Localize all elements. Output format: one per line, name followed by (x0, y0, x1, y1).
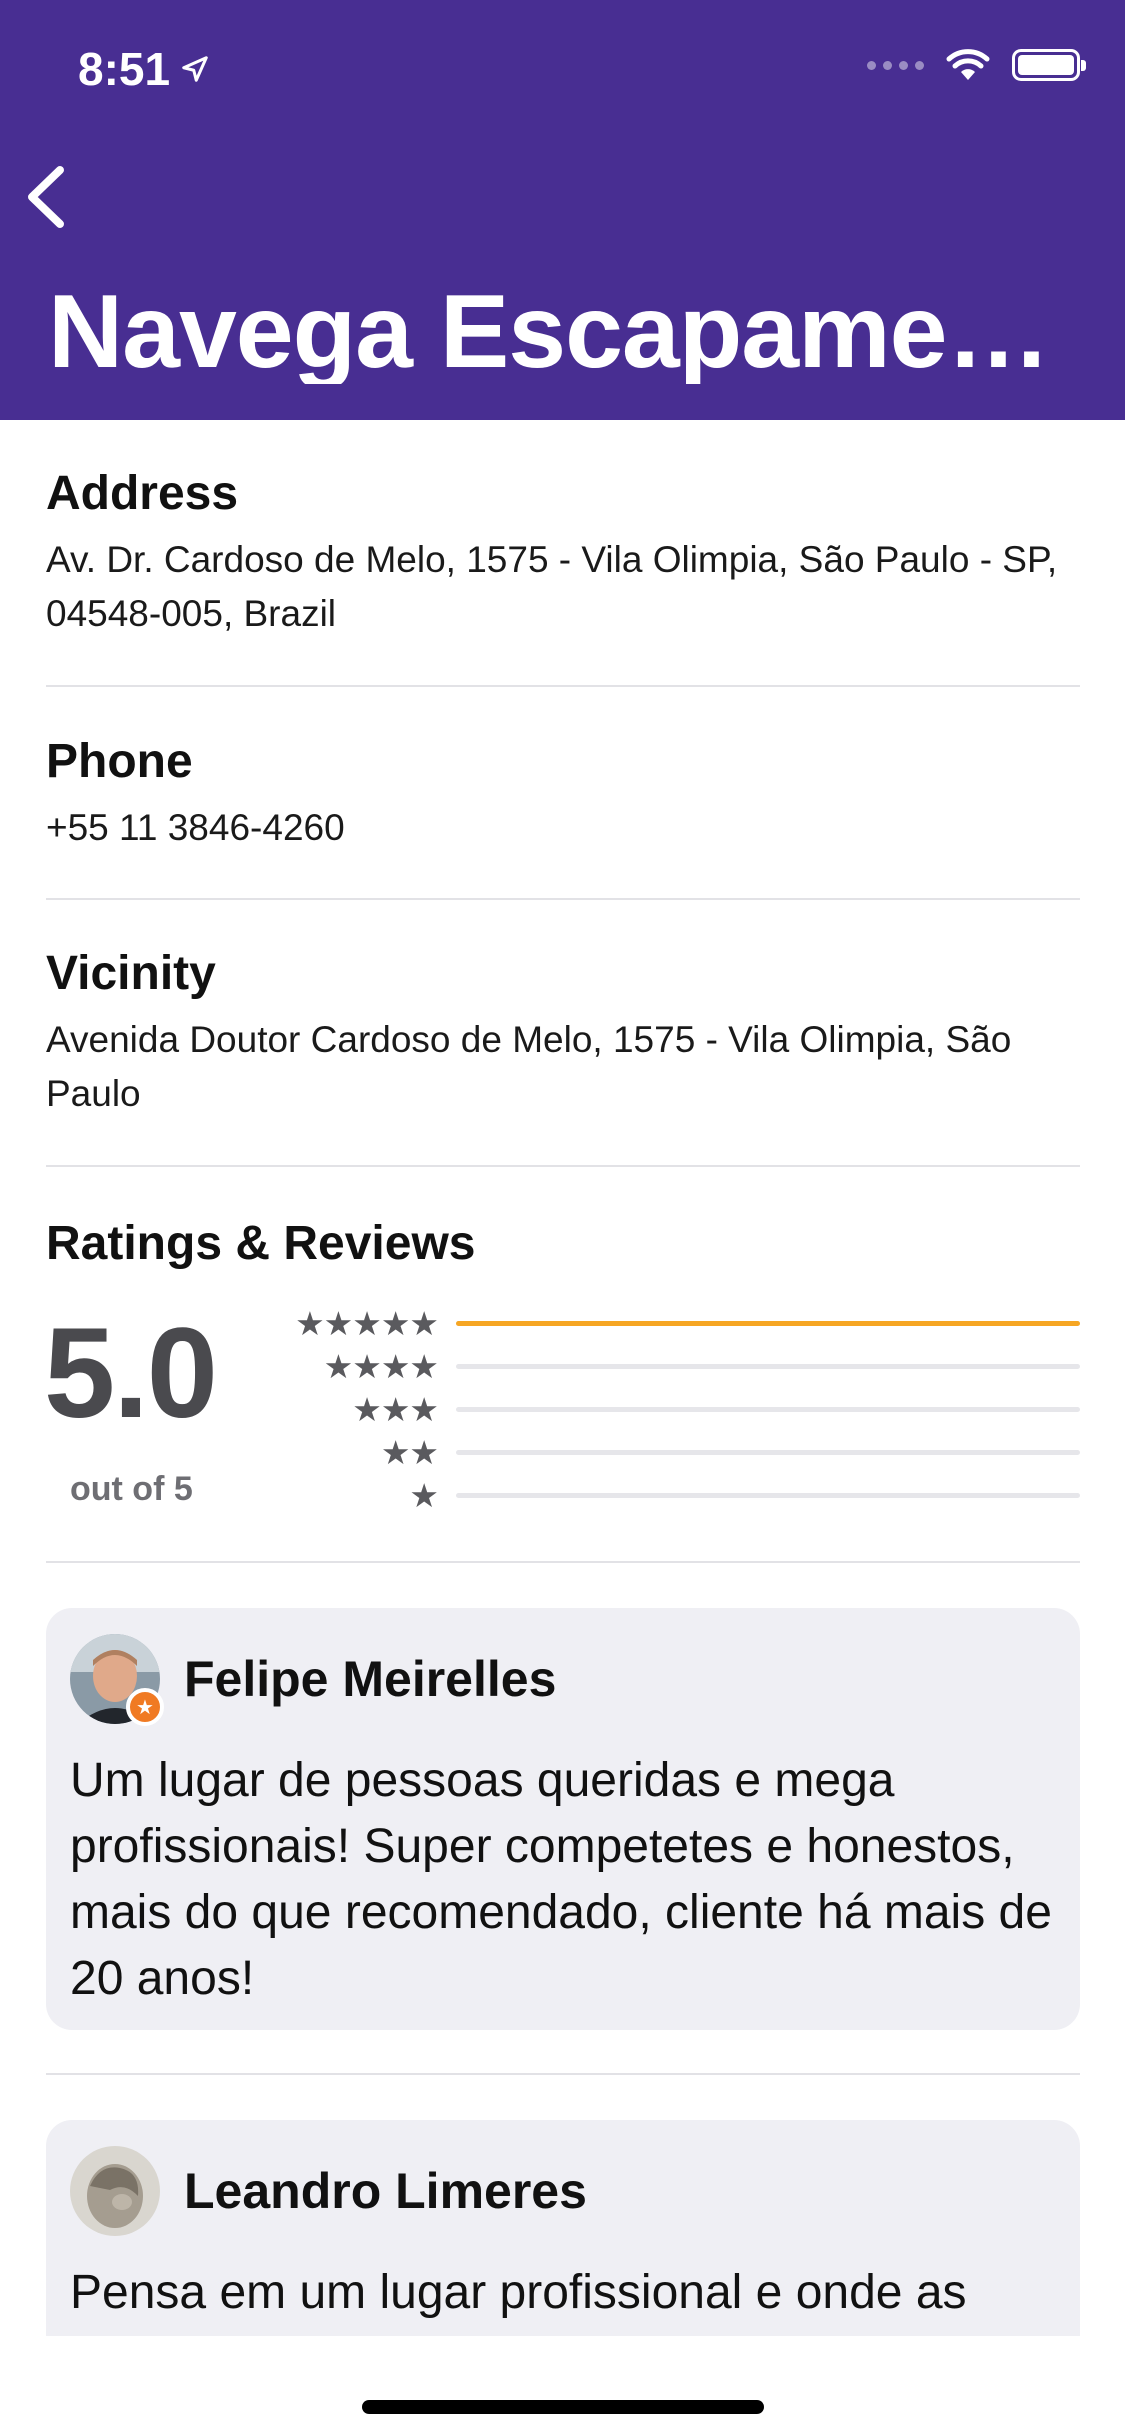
rating-bar (456, 1363, 1080, 1369)
three-stars-icon: ★★★ (352, 1390, 439, 1428)
rating-row-1: ★ (270, 1476, 1080, 1514)
rating-bar (456, 1406, 1080, 1412)
reviewer-name: Felipe Meirelles (184, 1651, 557, 1707)
review-text: Pensa em um lugar profissional e onde as (70, 2266, 967, 2319)
rating-bar (456, 1320, 1080, 1326)
cellular-signal-icon (867, 60, 924, 70)
page-title: Navega Escapamen... (48, 280, 1088, 384)
vicinity-label: Vicinity (46, 947, 216, 1000)
two-stars-icon: ★★ (380, 1433, 439, 1471)
address-section: Address Av. Dr. Cardoso de Melo, 1575 - … (46, 466, 1080, 641)
four-stars-icon: ★★★★ (323, 1347, 439, 1385)
rating-row-5: ★★★★★ (270, 1304, 1080, 1342)
status-indicators (867, 48, 1086, 82)
ratings-label: Ratings & Reviews (46, 1217, 476, 1270)
divider (46, 1561, 1080, 1563)
rating-bar (456, 1492, 1080, 1498)
star-badge-icon: ★ (126, 1688, 164, 1726)
address-label: Address (46, 467, 239, 520)
phone-value[interactable]: +55 11 3846-4260 (46, 801, 1080, 855)
reviewer-name: Leandro Limeres (184, 2163, 587, 2219)
battery-icon (1012, 49, 1086, 81)
review-card: Leandro Limeres Pensa em um lugar profis… (46, 2120, 1080, 2336)
phone-label: Phone (46, 735, 193, 788)
vicinity-value: Avenida Doutor Cardoso de Melo, 1575 - V… (46, 1019, 1012, 1114)
divider (46, 2073, 1080, 2075)
ratings-section: Ratings & Reviews (46, 1216, 1080, 1271)
address-value: Av. Dr. Cardoso de Melo, 1575 - Vila Oli… (46, 539, 1058, 634)
rating-row-2: ★★ (270, 1433, 1080, 1471)
status-time: 8:51 (78, 42, 210, 96)
home-indicator[interactable] (362, 2400, 764, 2414)
divider (46, 898, 1080, 900)
rating-bar (456, 1449, 1080, 1455)
five-stars-icon: ★★★★★ (295, 1304, 439, 1342)
status-time-text: 8:51 (78, 43, 171, 95)
rating-row-4: ★★★★ (270, 1347, 1080, 1385)
review-text: Um lugar de pessoas queridas e mega prof… (70, 1754, 1052, 2005)
divider (46, 685, 1080, 687)
review-card: ★ Felipe Meirelles Um lugar de pessoas q… (46, 1608, 1080, 2030)
phone-section[interactable]: Phone +55 11 3846-4260 (46, 734, 1080, 855)
location-arrow-icon (182, 56, 208, 82)
rating-out-of: out of 5 (70, 1470, 193, 1508)
wifi-icon (946, 49, 990, 80)
one-star-icon: ★ (409, 1476, 439, 1514)
divider (46, 1165, 1080, 1167)
rating-bar-fill (456, 1320, 1080, 1326)
navigation-header: 8:51 Navega Escapamen... (0, 0, 1125, 420)
reviewer-avatar (70, 2146, 160, 2236)
rating-score: 5.0 (44, 1302, 218, 1445)
vicinity-section: Vicinity Avenida Doutor Cardoso de Melo,… (46, 946, 1080, 1121)
rating-row-3: ★★★ (270, 1390, 1080, 1428)
back-chevron-icon[interactable] (22, 162, 72, 232)
